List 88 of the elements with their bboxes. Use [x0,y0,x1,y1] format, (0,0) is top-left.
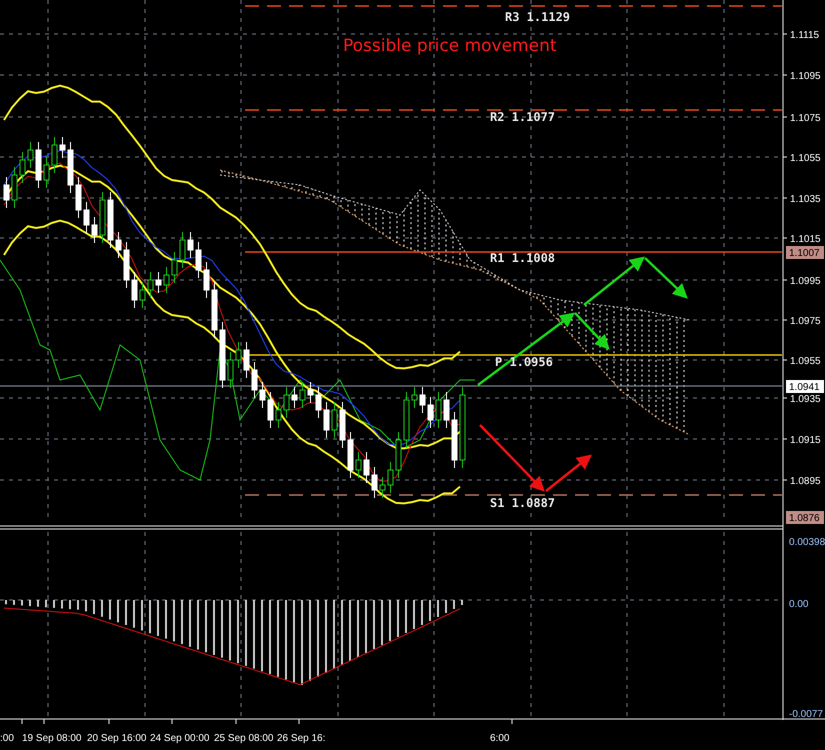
candlestick [92,216,98,244]
candlestick [308,382,314,404]
level-label: P 1.0956 [495,355,553,369]
candlestick [140,282,146,308]
candlestick [188,232,194,258]
candlestick [332,402,338,438]
price-level-tag: 1.1007 [786,246,824,259]
candlestick [244,342,250,378]
time-axis-label: 26 Sep 16: [277,733,326,744]
candlestick [68,142,74,194]
price-axis-label: 1.1055 [790,153,821,164]
candlestick [12,166,18,208]
candlestick [52,136,58,174]
candlestick [212,282,218,338]
candlestick [452,412,458,468]
price-axis-label: 1.0975 [790,316,821,327]
candlestick [356,452,362,478]
candlestick [124,242,130,288]
candlestick [156,272,162,294]
time-axis-label: :00 [0,733,14,744]
candlestick [148,272,154,298]
candlestick [108,192,114,248]
price-axis-label: 1.1015 [790,234,821,245]
candlestick [76,176,82,218]
candlestick [228,352,234,388]
candlestick [36,142,42,188]
candlestick [412,386,418,408]
level-label: R1 1.1008 [490,251,556,265]
candlestick [388,462,394,494]
candlestick [20,152,26,184]
candlestick [84,202,90,234]
candlestick [404,392,410,448]
candlestick [132,272,138,308]
candlestick [380,476,386,498]
candlestick [196,242,202,278]
candlestick [300,382,306,408]
candlestick [396,432,402,478]
candlestick [164,266,170,294]
candlestick [324,402,330,438]
candlestick [60,136,66,158]
candlestick [28,142,34,168]
macd-axis-label: 0.00398 [789,537,825,548]
candlestick [236,342,242,368]
price-axis-label: 1.0955 [790,356,821,367]
candlestick [364,452,370,484]
candlestick [172,252,178,284]
candlestick [340,402,346,448]
candlestick [284,386,290,418]
level-label: R3 1.1129 [505,10,570,24]
price-axis-label: 1.1035 [790,194,821,205]
level-label: R2 1.1077 [490,110,556,124]
candlestick [260,382,266,408]
candlestick [348,432,354,478]
candlestick [116,232,122,258]
candlestick [4,176,10,208]
candlestick [44,156,50,188]
candlestick [204,262,210,298]
price-axis-label: 1.1115 [790,30,820,41]
candlestick [252,362,258,398]
candlestick [444,392,450,428]
macd-axis-label: 0.00 [789,599,808,610]
price-level-tag: 1.0876 [786,511,824,524]
time-axis-label: 6:00 [490,733,510,744]
candlestick [316,386,322,418]
candlestick [268,392,274,428]
candlestick [420,386,426,414]
current-price-tag: 1.0941 [786,380,824,393]
candlestick [276,402,282,428]
level-label: S1 1.0887 [490,496,556,510]
candlestick [436,392,442,428]
price-axis-label: 1.0915 [790,435,821,446]
candlestick [428,396,434,428]
macd-axis-label: -0.0077 [789,709,823,720]
time-axis-label: 19 Sep 08:00 [22,733,82,744]
price-axis-label: 1.0935 [790,394,821,405]
price-axis-label: 1.0895 [790,476,821,487]
candlestick [100,192,106,244]
price-axis-label: 1.0995 [790,276,821,287]
candlestick [372,466,378,498]
price-axis-label: 1.1095 [790,71,821,82]
candlestick [180,232,186,268]
chart-annotation: Possible price movement [343,36,557,56]
time-axis-label: 25 Sep 08:00 [214,733,274,744]
candlestick [220,322,226,388]
time-axis-label: 20 Sep 16:00 [87,733,146,744]
price-axis-label: 1.1075 [790,113,821,124]
candlestick [292,386,298,408]
time-axis-label: 24 Sep 00:00 [150,733,210,744]
